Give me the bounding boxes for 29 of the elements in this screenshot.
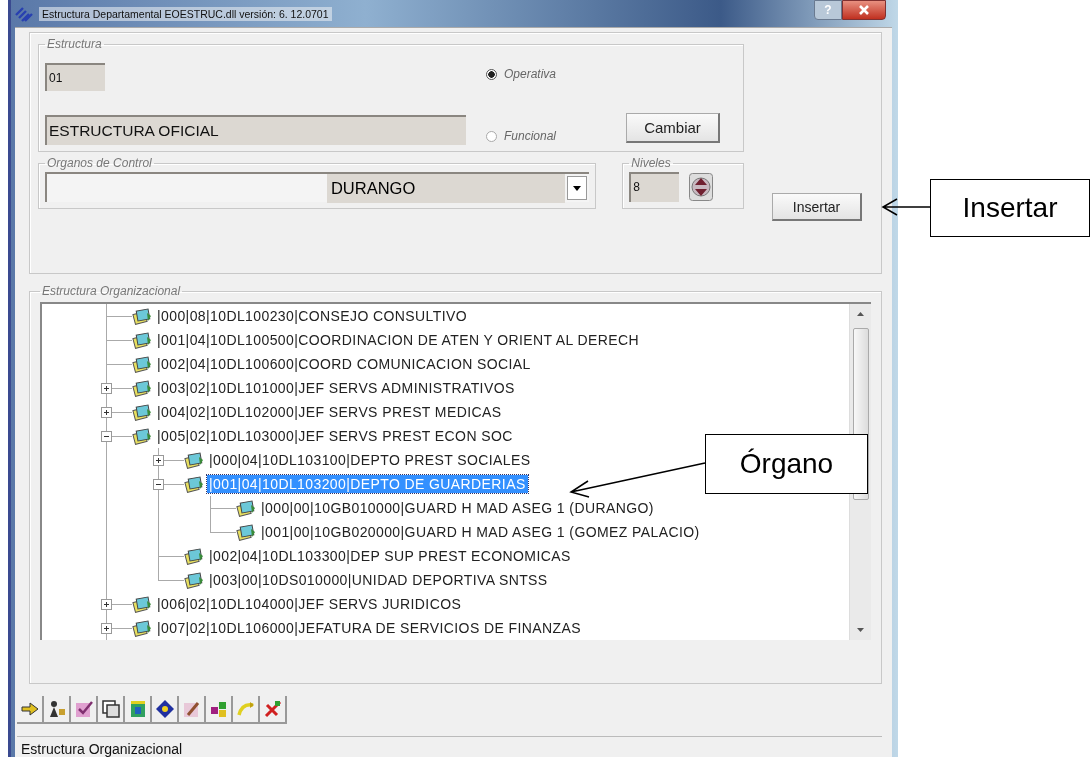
tree-item[interactable]: |003|02|10DL101000|JEF SERVS ADMINISTRATIVOS [155, 379, 517, 397]
name-field[interactable]: ESTRUCTURA OFICIAL [45, 115, 466, 145]
status-text: Estructura Organizacional [21, 741, 183, 757]
radio-label[interactable]: Operativa [504, 67, 557, 81]
group-label: Estructura Organizacional [41, 284, 182, 298]
callout-tooltip: Insertar [930, 179, 1090, 237]
group-label: Estructura [46, 37, 103, 51]
group-label: Organos de Control [46, 156, 153, 170]
tree-item[interactable]: |006|02|10DL104000|JEF SERVS JURIDICOS [155, 595, 464, 613]
tree-item[interactable]: |007|02|10DL106000|JEFATURA DE SERVICIOS DE FINANZAS [155, 619, 583, 637]
window-title: Estructura Departamental EOESTRUC.dll versión: 6. 12.0701 [39, 6, 332, 21]
tree-item[interactable]: |000|04|10DL103100|DEPTO PREST SOCIALES [207, 451, 533, 469]
tree-item[interactable]: |000|08|10DL100230|CONSEJO CONSULTIVO [155, 307, 469, 325]
tree-item[interactable]: |000|00|10GB010000|GUARD H MAD ASEG 1 (DURANGO) [259, 499, 656, 517]
tree-item[interactable]: |001|00|10GB020000|GUARD H MAD ASEG 1 (GOMEZ PALACIO) [259, 523, 702, 541]
tree-item[interactable]: |002|04|10DL100600|COORD COMUNICACION SOCIAL [155, 355, 533, 373]
callout-tooltip: Órgano [705, 434, 868, 494]
levels-field[interactable]: 8 [629, 172, 680, 202]
code-field[interactable]: 01 [45, 63, 105, 91]
tree-item[interactable]: |005|02|10DL103000|JEF SERVS PREST ECON SOC [155, 427, 515, 445]
tree-item[interactable]: |003|00|10DS010000|UNIDAD DEPORTIVA SNTSS [207, 571, 550, 589]
insert-button[interactable]: Insertar [772, 193, 862, 221]
tree-item[interactable]: |001|04|10DL100500|COORDINACION DE ATEN Y ORIENT AL DERECH [155, 331, 642, 349]
tree-item[interactable]: |002|04|10DL103300|DEP SUP PREST ECONOMICAS [207, 547, 573, 565]
change-button[interactable]: Cambiar [626, 113, 720, 143]
tree-item[interactable]: |004|02|10DL102000|JEF SERVS PREST MEDICAS [155, 403, 504, 421]
radio-label[interactable]: Funcional [504, 129, 557, 143]
organ-dropdown[interactable]: DURANGO [45, 172, 590, 202]
group-label: Niveles [630, 156, 672, 170]
